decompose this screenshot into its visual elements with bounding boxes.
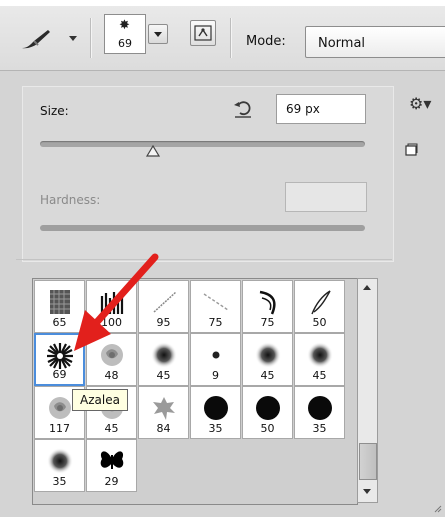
brush-size-label: 100 [101,316,122,329]
brush-size-label: 84 [156,422,171,435]
butterfly-brush-icon [87,446,136,476]
reset-icon[interactable] [232,97,254,119]
mode-label: Mode: [246,34,286,49]
brush-size-label: 69 [52,368,67,381]
new-preset-icon[interactable] [404,143,418,157]
toolbar-separator [230,18,232,58]
rose-brush-icon [87,340,136,370]
brush-preset-butterfly-brush[interactable]: 29 [86,439,137,492]
blend-mode-select[interactable]: Normal [305,26,445,58]
size-field[interactable]: 69 px [276,94,366,124]
diagonal-line-brush-icon [139,287,188,317]
preset-grid-scrollbar[interactable] [357,278,378,503]
brush-preset-starburst-brush[interactable]: 69 [34,333,85,386]
brush-preset-grass-brush[interactable]: 100 [86,280,137,333]
size-label: Size: [40,104,69,118]
brush-size-label: 45 [312,369,327,382]
scatter-line-brush-icon [191,287,240,317]
brush-size-label: 50 [312,316,327,329]
hardness-slider-track [40,225,365,231]
brush-size-label: 95 [156,316,171,329]
brush-preset-hard-round-brush[interactable]: 35 [294,386,345,439]
maple-leaf-brush-icon [139,393,188,423]
brush-size-label: 65 [52,316,67,329]
size-slider-thumb[interactable] [146,145,160,157]
brush-size-label: 75 [260,316,275,329]
brush-size-label: 50 [260,422,275,435]
brush-size-label: 9 [212,369,219,382]
brush-preset-small-round-brush[interactable]: 9 [190,333,241,386]
preset-dropdown-button[interactable] [148,24,168,44]
brush-size-label: 75 [208,316,223,329]
scrollbar-thumb[interactable] [359,443,377,480]
brush-size-label: 29 [104,475,119,488]
brush-preset-scatter-line-brush[interactable]: 75 [190,280,241,333]
hardness-label: Hardness: [40,193,101,207]
panel-divider [16,259,392,260]
hardness-field [285,182,367,212]
brush-size-label: 35 [312,422,327,435]
brush-size-label: 35 [208,422,223,435]
soft-round-brush-icon [35,446,84,476]
brush-tooltip: Azalea [72,389,128,411]
brush-icon[interactable] [18,26,66,50]
brush-size-label: 117 [49,422,70,435]
gear-icon[interactable]: ⚙▾ [409,94,441,113]
brush-size-label: 48 [104,369,119,382]
brush-options-window: ✸ 69 Mode: Normal Size: 69 px ⚙▾ Hardnes… [0,0,445,517]
brush-preset-diagonal-line-brush[interactable]: 95 [138,280,189,333]
brush-preset-leaf-brush[interactable]: 50 [294,280,345,333]
hard-round-brush-icon [295,393,344,423]
scroll-up-icon[interactable] [363,285,371,290]
size-value: 69 px [286,102,320,116]
brush-preset-soft-round-brush[interactable]: 35 [34,439,85,492]
blend-mode-value: Normal [318,36,366,51]
tool-preset-chevron-down-icon[interactable] [69,36,77,41]
small-round-brush-icon [191,340,240,370]
brush-panel-icon [194,25,212,41]
scroll-down-icon[interactable] [363,489,371,494]
soft-round-brush-icon [295,340,344,370]
soft-round-brush-icon [243,340,292,370]
starburst-brush-icon [36,341,83,371]
toggle-brush-panel-button[interactable] [190,20,216,46]
feather-brush-icon [243,287,292,317]
leaf-brush-icon [295,287,344,317]
brush-preset-hard-round-brush[interactable]: 35 [190,386,241,439]
brush-preset-soft-round-brush[interactable]: 45 [294,333,345,386]
brush-preset-hard-round-brush[interactable]: 50 [242,386,293,439]
brush-preset-maple-leaf-brush[interactable]: 84 [138,386,189,439]
brush-size-label: 45 [260,369,275,382]
brush-size-label: 45 [156,369,171,382]
starburst-icon: ✸ [119,18,130,33]
resize-grip-icon[interactable] [432,503,442,513]
brush-preset-picker[interactable]: ✸ 69 [104,14,146,54]
brush-size-label: 45 [104,422,119,435]
hard-round-brush-icon [243,393,292,423]
soft-round-brush-icon [139,340,188,370]
preset-size-label: 69 [118,37,132,50]
toolbar-separator [90,18,92,58]
brush-preset-texture-brush[interactable]: 65 [34,280,85,333]
hard-round-brush-icon [191,393,240,423]
brush-preset-soft-round-brush[interactable]: 45 [242,333,293,386]
size-slider-track[interactable] [40,141,365,147]
brush-preset-rose-brush[interactable]: 48 [86,333,137,386]
texture-brush-icon [35,287,84,317]
grass-brush-icon [87,287,136,317]
brush-preset-feather-brush[interactable]: 75 [242,280,293,333]
brush-preset-soft-round-brush[interactable]: 45 [138,333,189,386]
brush-size-label: 35 [52,475,67,488]
